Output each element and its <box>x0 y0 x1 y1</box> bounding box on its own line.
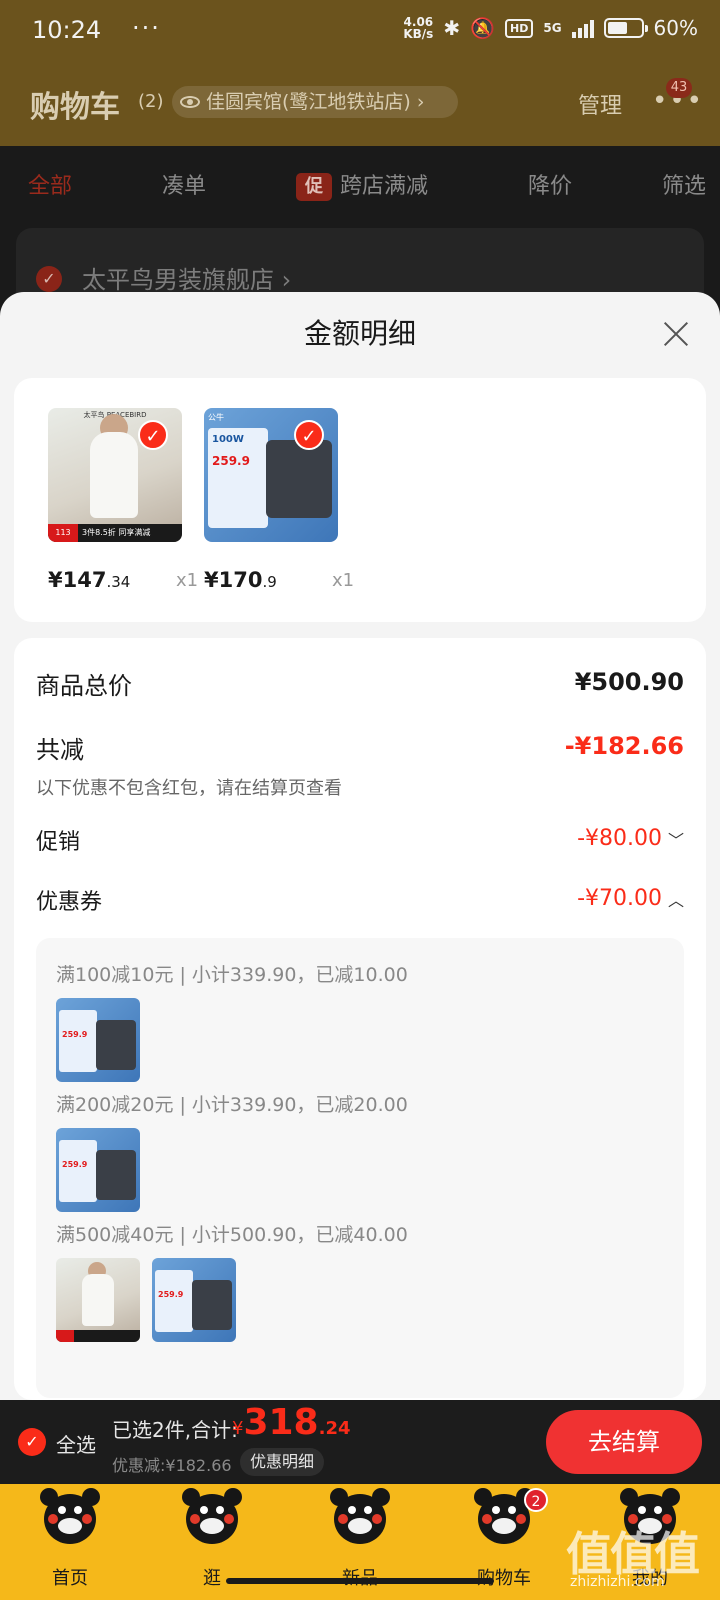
item-price: ¥170.9 <box>204 568 277 592</box>
store-check-icon[interactable]: ✓ <box>36 266 62 292</box>
hd-icon: HD <box>505 18 534 38</box>
home-indicator[interactable] <box>226 1578 494 1584</box>
select-all-check-icon[interactable]: ✓ <box>18 1428 46 1456</box>
item-price: ¥147.34 <box>48 568 131 592</box>
reduce-label: 共减 <box>36 736 84 764</box>
total-value: ¥500.90 <box>574 668 684 696</box>
power-strip-thumbnail: 公牛 100W 259.9 ✓ <box>204 408 338 542</box>
battery-icon <box>603 18 648 38</box>
message-badge: 43 <box>666 78 692 98</box>
status-time: 10:24 <box>32 16 102 44</box>
bear-mascot-icon <box>330 1488 390 1548</box>
cart-title: 购物车 <box>30 90 120 125</box>
total-amount: ¥318.24 <box>232 1402 351 1443</box>
manage-button[interactable]: 管理 <box>578 88 622 120</box>
check-icon: ✓ <box>138 420 168 450</box>
promo-label: 促销 <box>36 830 81 855</box>
status-more-dots: ··· <box>132 14 161 42</box>
chevron-up-icon: ︿ <box>667 891 684 910</box>
bear-mascot-icon <box>182 1488 242 1548</box>
coupon-line: 满200减20元 | 小计339.90，已减20.00 <box>56 1094 408 1116</box>
tab-price-drop[interactable]: 降价 <box>528 168 572 200</box>
power-strip-mini-thumbnail: 259.9 <box>152 1258 236 1342</box>
coupon-line: 满100减10元 | 小计339.90，已减10.00 <box>56 964 408 986</box>
sheet-title: 金额明细 <box>303 317 416 350</box>
check-icon: ✓ <box>294 420 324 450</box>
total-label: 商品总价 <box>36 672 132 700</box>
selected-items-card: 太平鸟 PEACEBIRD 113 3件8.5折 同享满减 ✓ ¥147.34 x… <box>14 378 706 622</box>
discount-amount: 优惠减:¥182.66 <box>112 1456 232 1475</box>
tab-cross-store[interactable]: 促跨店满减 <box>296 168 428 201</box>
status-bar: 10:24 ··· 4.06 KB/s ✱ 🔕 HD 5G 60% <box>0 0 720 64</box>
amount-detail-sheet: 金额明细 太平鸟 PEACEBIRD 113 3件8.5折 同享满减 ✓ ¥147… <box>0 292 720 1400</box>
selected-count: 已选2件,合计: <box>112 1418 238 1442</box>
item-qty: x1 <box>332 570 355 591</box>
address-chip[interactable]: 佳圆宾馆(鹭江地铁站店) › <box>172 86 458 118</box>
cart-tabs: 全部 凑单 促跨店满减 降价 筛选 <box>0 146 720 222</box>
checkout-bar: ✓ 全选 已选2件,合计: ¥318.24 优惠减:¥182.66 优惠明细 去… <box>0 1400 720 1484</box>
mute-icon: 🔕 <box>470 16 495 40</box>
promo-badge: 促 <box>296 173 332 201</box>
close-icon[interactable] <box>662 320 690 348</box>
status-icons: 4.06 KB/s ✱ 🔕 HD 5G 60% <box>403 16 698 40</box>
eye-icon <box>180 96 200 108</box>
power-strip-mini-thumbnail: 259.9 <box>56 1128 140 1212</box>
item-power-strip[interactable]: 公牛 100W 259.9 ✓ ¥170.9 x1 <box>204 408 354 592</box>
watermark-url: zhizhizhi.com <box>570 1574 665 1590</box>
tab-all[interactable]: 全部 <box>28 168 72 200</box>
signal-icon <box>571 18 594 38</box>
cart-count: (2) <box>138 91 164 112</box>
net-speed: 4.06 KB/s <box>403 15 434 41</box>
coupon-label: 优惠券 <box>36 890 103 915</box>
item-qty: x1 <box>176 570 199 591</box>
network-type: 5G <box>543 21 562 35</box>
apparel-thumbnail: 太平鸟 PEACEBIRD 113 3件8.5折 同享满减 ✓ <box>48 408 182 542</box>
chevron-down-icon: ﹀ <box>667 831 684 850</box>
coupon-line: 满500减40元 | 小计500.90，已减40.00 <box>56 1224 408 1246</box>
discount-hint: 以下优惠不包含红包，请在结算页查看 <box>36 778 342 799</box>
bear-mascot-icon <box>40 1488 100 1548</box>
coupon-row[interactable]: -¥70.00 ︿ <box>577 886 684 911</box>
reduce-value: -¥182.66 <box>564 732 684 760</box>
amount-summary-card: 商品总价 ¥500.90 共减 -¥182.66 以下优惠不包含红包，请在结算页… <box>14 638 706 1400</box>
tab-bundle[interactable]: 凑单 <box>162 168 206 200</box>
item-apparel[interactable]: 太平鸟 PEACEBIRD 113 3件8.5折 同享满减 ✓ ¥147.34 x… <box>48 408 198 592</box>
select-all-label[interactable]: 全选 <box>56 1429 96 1458</box>
checkout-button[interactable]: 去结算 <box>546 1410 702 1474</box>
power-strip-mini-thumbnail: 259.9 <box>56 998 140 1082</box>
promo-row[interactable]: -¥80.00 ﹀ <box>577 826 684 851</box>
coupon-details: 满100减10元 | 小计339.90，已减10.00 259.9 满200减2… <box>36 938 684 1398</box>
store-name[interactable]: 太平鸟男装旗舰店 › <box>82 260 291 295</box>
apparel-mini-thumbnail <box>56 1258 140 1342</box>
bluetooth-icon: ✱ <box>443 16 461 40</box>
tab-filter[interactable]: 筛选 <box>662 168 706 200</box>
nav-home[interactable]: 首页 <box>10 1484 130 1600</box>
cart-header: 购物车 (2) 佳圆宾馆(鹭江地铁站店) › 管理 ••• 43 <box>0 64 720 146</box>
battery-percent: 60% <box>653 16 698 40</box>
cart-badge: 2 <box>524 1488 548 1512</box>
discount-detail-button[interactable]: 优惠明细 <box>240 1448 325 1476</box>
